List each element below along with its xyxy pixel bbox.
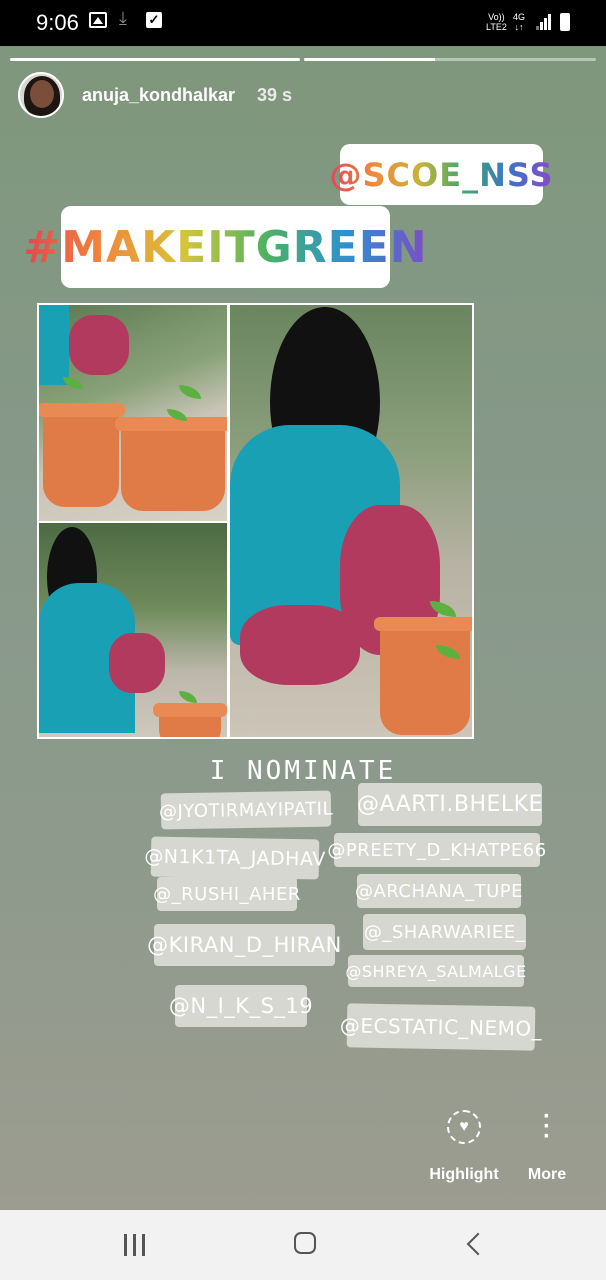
check-icon: ✓ — [146, 12, 162, 28]
collage-photo-2 — [39, 523, 227, 737]
battery-icon — [560, 13, 570, 31]
nominee-tag[interactable]: @N_I_K_S_19 — [169, 985, 313, 1027]
data-type-label: 4G — [513, 12, 526, 22]
nominee-tag[interactable]: @N1K1TA_JADHAV — [144, 836, 326, 880]
data-indicator: 4G ↓↑ — [513, 12, 525, 32]
highlight-button[interactable]: Highlight — [424, 1166, 504, 1184]
story-progress-2 — [304, 58, 596, 61]
back-icon[interactable] — [466, 1232, 490, 1256]
story-timestamp: 39 s — [257, 85, 293, 105]
system-nav-bar — [0, 1210, 606, 1280]
nominee-tag-text: @PREETY_D_KHATPE66 — [327, 839, 547, 861]
nominee-tag-text: @N_I_K_S_19 — [168, 994, 314, 1018]
more-button[interactable]: More — [519, 1166, 575, 1184]
volte-indicator: Vo)) LTE2 — [486, 12, 507, 32]
story-progress-1 — [10, 58, 300, 61]
nominee-tag[interactable]: @KIRAN_D_HIRAN — [147, 924, 341, 966]
story-viewer[interactable]: anuja_kondhalkar 39 s @SCOE_NSS #MAKEITG… — [0, 46, 606, 1210]
nominee-tag[interactable]: @_RUSHI_AHER — [153, 877, 300, 911]
collage-photo-1 — [39, 305, 227, 521]
status-time: 9:06 — [36, 10, 79, 35]
nominee-tag[interactable]: @ARCHANA_TUPE — [354, 874, 524, 908]
status-bar: 9:06 ⤓ ✓ Vo)) LTE2 4G ↓↑ — [0, 0, 606, 46]
nominee-tag-text: @_SHARWARIEE_ — [363, 921, 526, 943]
hashtag-sticker-text: #MAKEITGREEN — [23, 221, 428, 273]
photo-collage — [37, 303, 474, 739]
volte-label: Vo)) — [488, 12, 505, 22]
signal-icon — [536, 14, 552, 30]
nominee-tag[interactable]: @_SHARWARIEE_ — [363, 914, 526, 950]
data-arrows-label: ↓↑ — [514, 22, 524, 32]
nominee-tag-text: @KIRAN_D_HIRAN — [147, 933, 342, 957]
nominee-tag-text: @ECSTATIC_NEMO_ — [339, 1013, 543, 1041]
mention-sticker[interactable]: @SCOE_NSS — [329, 144, 553, 205]
nominee-tag[interactable]: @AARTI.BHELKE — [357, 783, 543, 826]
story-username[interactable]: anuja_kondhalkar — [82, 85, 235, 106]
nominee-tag-text: @AARTI.BHELKE — [357, 792, 543, 817]
more-options-icon[interactable]: · · · — [538, 1105, 556, 1149]
nominee-tag-text: @JYOTIRMAYIPATIL — [158, 797, 334, 823]
nominee-tag-text: @SHREYA_SALMALGE — [345, 961, 527, 981]
hashtag-sticker[interactable]: #MAKEITGREEN — [23, 206, 427, 288]
mention-sticker-text: @SCOE_NSS — [329, 155, 554, 194]
home-icon[interactable] — [294, 1232, 316, 1254]
nominee-tag-text: @ARCHANA_TUPE — [354, 880, 524, 902]
nominate-heading: I NOMINATE — [209, 756, 397, 786]
nominee-tag[interactable]: @ECSTATIC_NEMO_ — [340, 1003, 542, 1051]
highlight-heart-icon[interactable]: ♥ — [447, 1110, 481, 1144]
avatar[interactable] — [18, 72, 64, 118]
nominee-tag[interactable]: @JYOTIRMAYIPATIL — [158, 790, 334, 830]
nominee-tag[interactable]: @PREETY_D_KHATPE66 — [327, 833, 546, 867]
nominee-tag-text: @N1K1TA_JADHAV — [144, 845, 326, 871]
download-icon: ⤓ — [119, 8, 127, 28]
nominee-tag[interactable]: @SHREYA_SALMALGE — [345, 955, 527, 987]
collage-photo-3 — [230, 305, 472, 737]
lte-label: LTE2 — [486, 22, 507, 32]
recents-icon[interactable] — [124, 1234, 148, 1256]
nominee-tag-text: @_RUSHI_AHER — [153, 883, 301, 905]
gallery-icon — [89, 12, 107, 28]
